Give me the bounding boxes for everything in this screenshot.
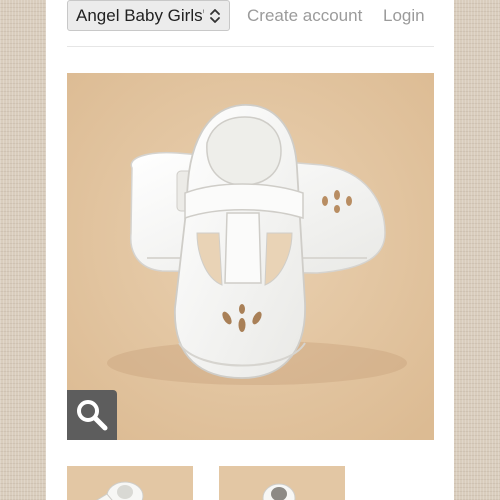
main-product-image[interactable] bbox=[67, 73, 434, 440]
baby-tstrap-shoes-photo bbox=[67, 73, 434, 440]
shoe-thumbnail-1-icon bbox=[67, 466, 193, 500]
up-down-chevron-icon bbox=[210, 9, 220, 23]
collection-select-value: Angel Baby Girls' Dot... bbox=[76, 6, 204, 25]
thumbnail-1[interactable] bbox=[67, 466, 193, 500]
magnifier-icon bbox=[77, 400, 108, 431]
create-account-link[interactable]: Create account bbox=[247, 6, 362, 26]
thumbnail-2[interactable] bbox=[219, 466, 345, 500]
login-link[interactable]: Login bbox=[383, 6, 425, 26]
shoe-thumbnail-2-icon bbox=[219, 466, 345, 500]
store-page: Angel Baby Girls' Dot... Create account … bbox=[46, 0, 454, 500]
top-navigation-bar: Angel Baby Girls' Dot... Create account … bbox=[67, 0, 434, 47]
collection-select[interactable]: Angel Baby Girls' Dot... bbox=[67, 0, 230, 31]
zoom-button[interactable] bbox=[67, 390, 117, 440]
